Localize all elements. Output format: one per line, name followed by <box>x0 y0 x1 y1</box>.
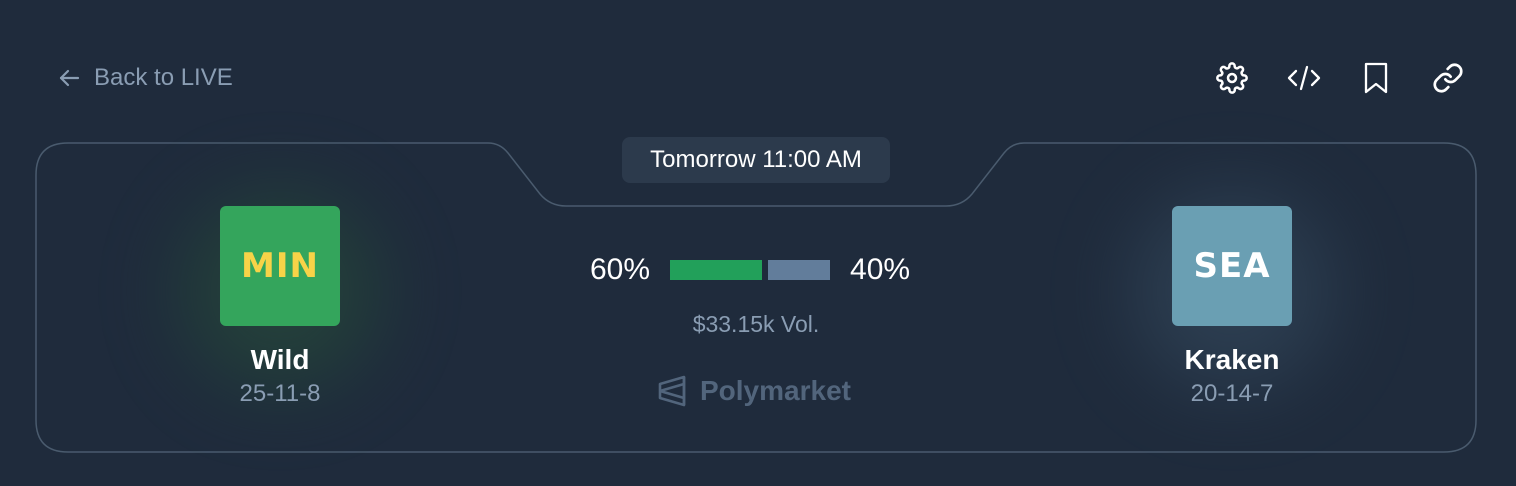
home-odds-pct: 60% <box>590 253 651 286</box>
home-team-logo: MIN <box>220 206 340 326</box>
away-team-record: 20-14-7 <box>1190 380 1274 407</box>
home-team-record: 25-11-8 <box>239 380 321 407</box>
away-team-logo: SEA <box>1172 206 1292 326</box>
away-team-name: Kraken <box>1184 344 1280 375</box>
polymarket-logo-icon <box>656 374 688 408</box>
polymarket-brand[interactable]: Polymarket <box>656 374 851 408</box>
odds-bar-row: 60% 40% <box>590 250 926 290</box>
match-page: Back to LIVE Tomorrow 11:00 AM MIN Wild … <box>0 0 1516 486</box>
away-odds-pct: 40% <box>850 253 911 286</box>
odds-bar <box>670 260 831 280</box>
match-time-badge: Tomorrow 11:00 AM <box>622 137 890 183</box>
away-team[interactable]: SEA Kraken 20-14-7 <box>1102 166 1362 416</box>
home-team[interactable]: MIN Wild 25-11-8 <box>150 166 410 416</box>
volume-text: $33.15k Vol. <box>692 311 820 337</box>
home-team-name: Wild <box>250 344 310 375</box>
away-odds-segment <box>768 260 831 280</box>
home-odds-segment <box>670 260 763 280</box>
polymarket-label: Polymarket <box>700 375 851 406</box>
